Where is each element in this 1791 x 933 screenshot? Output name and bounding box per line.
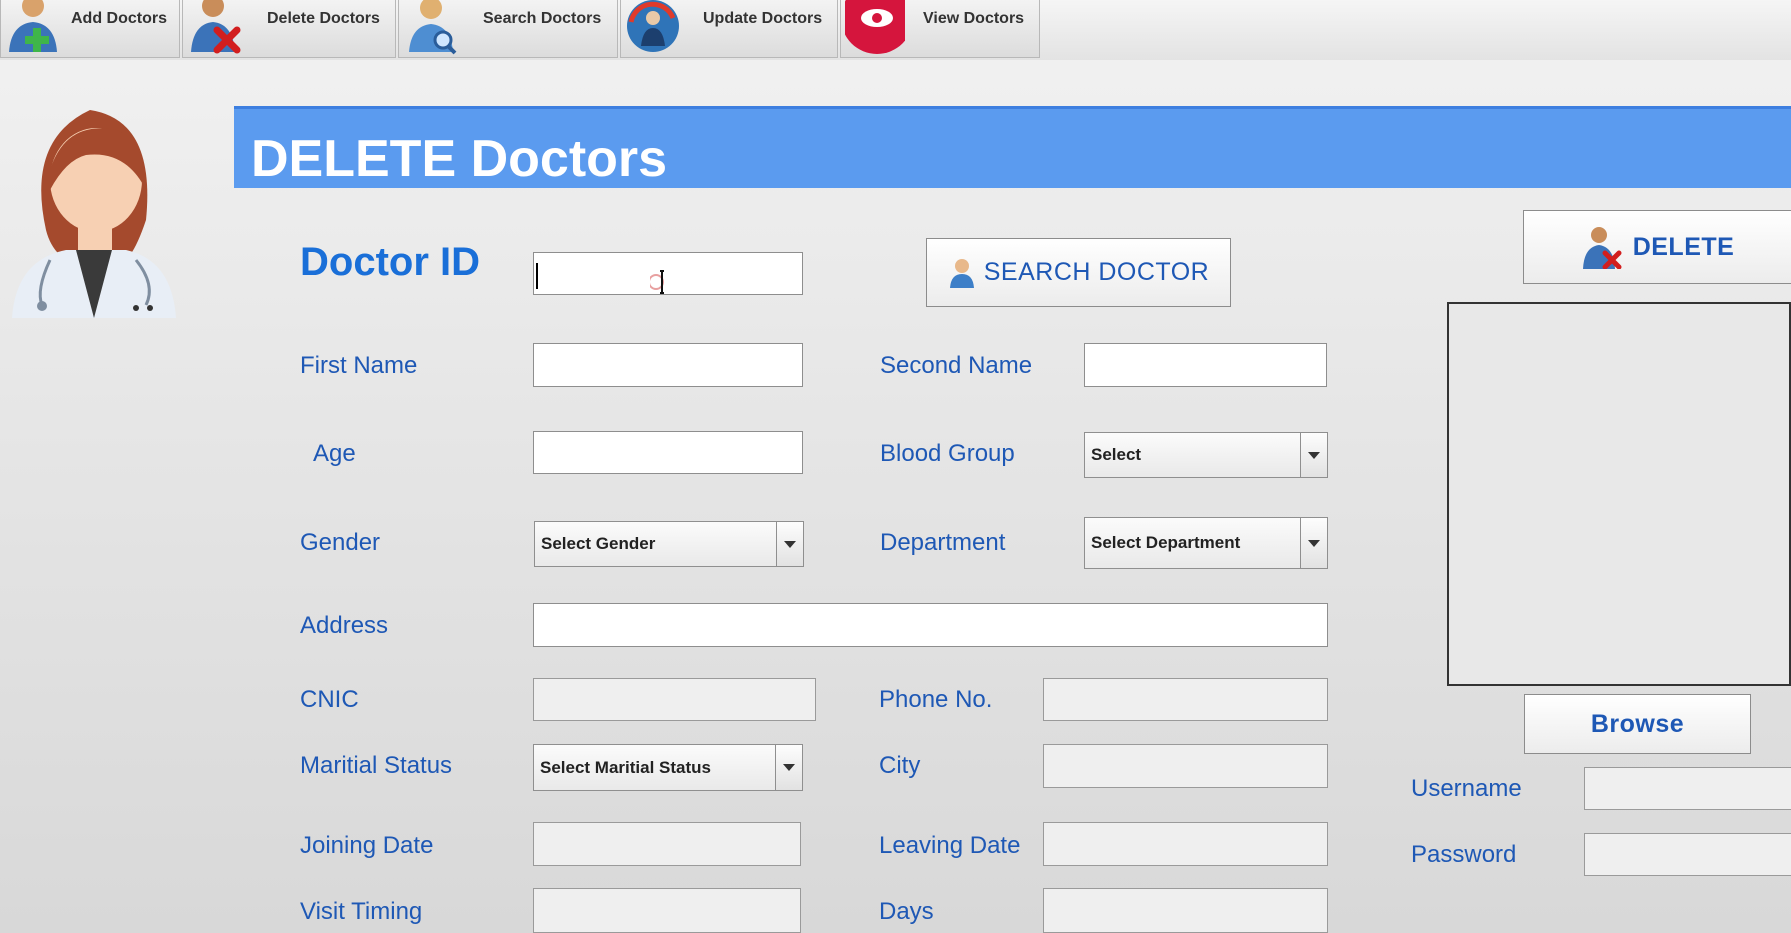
add-doctors-label: Add Doctors bbox=[71, 10, 167, 27]
chevron-down-icon[interactable] bbox=[776, 522, 803, 566]
doctor-update-icon bbox=[627, 0, 679, 52]
leaving-date-input[interactable] bbox=[1043, 822, 1328, 866]
text-caret bbox=[536, 263, 538, 289]
age-label: Age bbox=[313, 440, 356, 467]
search-doctor-button[interactable]: SEARCH DOCTOR bbox=[926, 238, 1231, 307]
search-doctors-label: Search Doctors bbox=[483, 10, 602, 27]
delete-button[interactable]: DELETE bbox=[1523, 210, 1791, 284]
add-doctors-button[interactable]: Add Doctors bbox=[0, 0, 180, 58]
marital-status-label: Maritial Status bbox=[300, 752, 453, 779]
visit-timing-input[interactable] bbox=[533, 888, 801, 933]
update-doctors-button[interactable]: Update Doctors bbox=[620, 0, 838, 58]
doctor-delete-icon bbox=[191, 0, 241, 54]
address-label: Address bbox=[300, 612, 389, 639]
second-name-input[interactable] bbox=[1084, 343, 1327, 387]
cnic-label: CNIC bbox=[300, 686, 359, 713]
blood-group-select[interactable]: Select bbox=[1084, 432, 1328, 478]
first-name-input[interactable] bbox=[533, 343, 803, 387]
joining-date-input[interactable] bbox=[533, 822, 801, 866]
chevron-down-icon[interactable] bbox=[1300, 433, 1327, 477]
doctor-user-icon bbox=[949, 258, 974, 288]
department-label: Department bbox=[880, 529, 1006, 556]
visit-timing-label: Visit Timing bbox=[300, 898, 423, 925]
cnic-input[interactable] bbox=[533, 678, 816, 721]
username-input[interactable] bbox=[1584, 767, 1791, 810]
department-select[interactable]: Select Department bbox=[1084, 517, 1328, 569]
city-input[interactable] bbox=[1043, 744, 1328, 788]
marital-status-select[interactable]: Select Maritial Status bbox=[533, 744, 803, 791]
joining-date-label: Joining Date bbox=[300, 832, 434, 859]
second-name-label: Second Name bbox=[880, 352, 1033, 379]
doctor-search-icon bbox=[409, 0, 457, 55]
view-doctors-label: View Doctors bbox=[923, 10, 1025, 27]
delete-doctors-button[interactable]: Delete Doctors bbox=[182, 0, 396, 58]
first-name-label: First Name bbox=[300, 352, 418, 379]
delete-label: DELETE bbox=[1632, 232, 1735, 261]
browse-label: Browse bbox=[1590, 709, 1685, 738]
eye-icon bbox=[845, 0, 905, 54]
gender-value: Select Gender bbox=[541, 534, 656, 553]
age-input[interactable] bbox=[533, 431, 803, 474]
toolbar: Add Doctors Delete Doctors Search Doctor… bbox=[0, 0, 1791, 60]
password-input[interactable] bbox=[1584, 833, 1791, 876]
page-title: DELETE Doctors bbox=[251, 130, 668, 188]
view-doctors-button[interactable]: View Doctors bbox=[840, 0, 1040, 58]
days-input[interactable] bbox=[1043, 888, 1328, 933]
search-doctor-label: SEARCH DOCTOR bbox=[983, 258, 1210, 286]
browse-button[interactable]: Browse bbox=[1524, 694, 1751, 754]
gender-label: Gender bbox=[300, 529, 381, 556]
doctor-add-icon bbox=[9, 0, 57, 52]
chevron-down-icon[interactable] bbox=[775, 745, 802, 790]
chevron-down-icon[interactable] bbox=[1300, 518, 1327, 568]
days-label: Days bbox=[879, 898, 934, 925]
update-doctors-label: Update Doctors bbox=[703, 10, 823, 27]
blood-group-label: Blood Group bbox=[880, 440, 1015, 467]
leaving-date-label: Leaving Date bbox=[879, 832, 1021, 859]
username-label: Username bbox=[1411, 775, 1522, 802]
photo-preview bbox=[1447, 302, 1791, 686]
address-input[interactable] bbox=[533, 603, 1328, 647]
city-label: City bbox=[879, 752, 921, 779]
doctor-avatar-icon bbox=[12, 110, 176, 318]
search-doctors-button[interactable]: Search Doctors bbox=[398, 0, 618, 58]
marital-status-value: Select Maritial Status bbox=[540, 757, 712, 777]
gender-select[interactable]: Select Gender bbox=[534, 521, 804, 567]
ibeam-cursor-icon bbox=[650, 270, 664, 294]
phone-input[interactable] bbox=[1043, 678, 1328, 721]
department-value: Select Department bbox=[1091, 533, 1241, 552]
password-label: Password bbox=[1411, 841, 1517, 868]
phone-label: Phone No. bbox=[879, 686, 993, 713]
blood-group-value: Select bbox=[1091, 445, 1142, 464]
doctor-id-label: Doctor ID bbox=[300, 240, 480, 284]
doctor-delete-icon bbox=[1582, 227, 1622, 269]
delete-doctors-label: Delete Doctors bbox=[267, 10, 380, 27]
header-bar: DELETE Doctors bbox=[234, 106, 1791, 188]
